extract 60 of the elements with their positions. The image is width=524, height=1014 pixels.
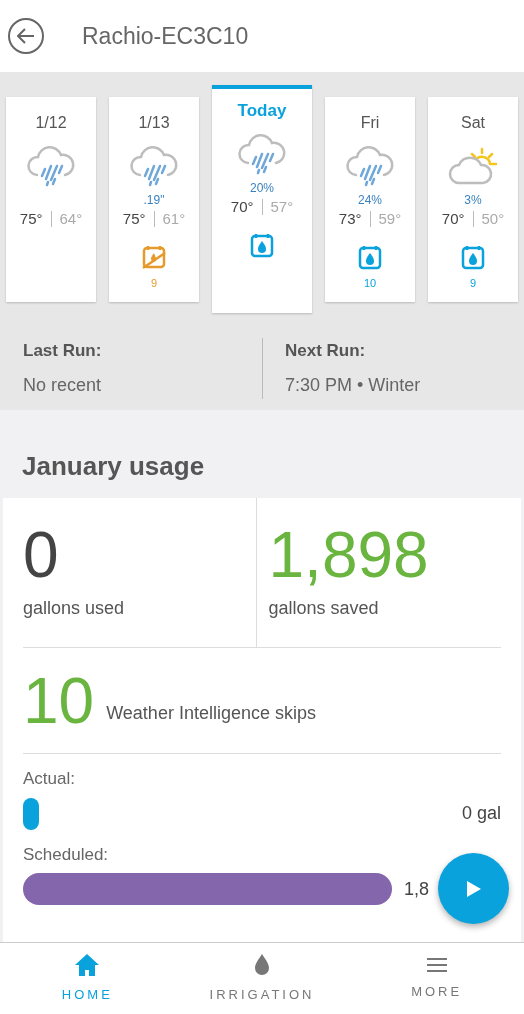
gallons-used-label: gallons used <box>23 597 126 620</box>
day-label: 1/13 <box>138 113 170 133</box>
nav-tab[interactable]: IRRIGATION <box>174 943 350 1014</box>
section-title: January usage <box>22 450 205 483</box>
day-label: 1/12 <box>35 113 67 133</box>
rain-cloud-icon <box>236 133 288 177</box>
forecast-day-card[interactable]: 1/12 75° 64° <box>6 97 96 302</box>
rain-cloud-icon <box>128 145 180 189</box>
precipitation-text: 24% <box>358 193 382 208</box>
divider-line <box>261 199 263 216</box>
bar-reading: 0 gal <box>461 802 501 825</box>
precipitation-text: 20% <box>250 181 274 196</box>
gallons-saved-value: 1,898 <box>268 523 430 587</box>
bar-label: Scheduled: <box>23 843 110 866</box>
rain-cloud-icon <box>25 145 77 189</box>
run-value: 7:30 PM • Winter <box>285 373 422 397</box>
low-temperature: 64° <box>59 209 83 229</box>
divider-line <box>369 211 371 228</box>
count-text: 9 <box>150 275 158 291</box>
run-value: No recent <box>23 373 103 397</box>
forecast-day-card[interactable]: Fri 24% 73° 59° 10 <box>325 97 415 302</box>
high-temperature: 73° <box>338 209 362 229</box>
low-temperature: 57° <box>270 197 294 217</box>
precipitation-text: .19" <box>143 193 165 208</box>
forecast-day-card[interactable]: 1/13 .19" 75° 61° 9 <box>109 97 199 302</box>
count-text: 9 <box>469 275 477 291</box>
skips-value: 10 <box>23 671 95 731</box>
high-temperature: 70° <box>230 197 254 217</box>
forecast-day-card[interactable]: Sat 3% 70° 50° 9 <box>428 97 518 302</box>
bar-reading: 1,8 <box>403 877 429 901</box>
device-title: Rachio-EC3C10 <box>82 21 249 51</box>
day-label: Sat <box>461 113 485 133</box>
back-button[interactable] <box>8 18 44 54</box>
low-temperature: 59° <box>378 209 402 229</box>
back-arrow-icon <box>17 28 35 44</box>
run-label: Last Run: <box>23 340 103 363</box>
run-label: Next Run: <box>285 340 367 363</box>
low-temperature: 61° <box>162 209 186 229</box>
high-temperature: 70° <box>441 209 465 229</box>
gallons-used-value: 0 <box>23 523 60 587</box>
bar-label: Actual: <box>23 768 76 790</box>
skips-label: Weather Intelligence skips <box>106 702 316 725</box>
divider-line <box>153 211 155 228</box>
play-icon <box>466 880 481 897</box>
forecast-day-card[interactable]: Today 20% 70° 57° <box>212 85 312 313</box>
day-label: Fri <box>360 113 380 133</box>
day-label: Today <box>237 101 287 121</box>
rain-cloud-icon <box>344 145 396 189</box>
count-text: 10 <box>363 275 377 291</box>
high-temperature: 75° <box>19 209 43 229</box>
precipitation-text: 3% <box>464 193 482 208</box>
home-icon <box>74 952 101 977</box>
divider-line <box>50 211 52 228</box>
drop-icon <box>253 952 271 977</box>
menu-icon <box>425 955 448 974</box>
nav-tab[interactable]: MORE <box>349 943 524 1014</box>
low-temperature: 50° <box>481 209 505 229</box>
gallons-saved-label: gallons saved <box>268 597 380 620</box>
high-temperature: 75° <box>122 209 146 229</box>
divider-line <box>472 211 474 228</box>
